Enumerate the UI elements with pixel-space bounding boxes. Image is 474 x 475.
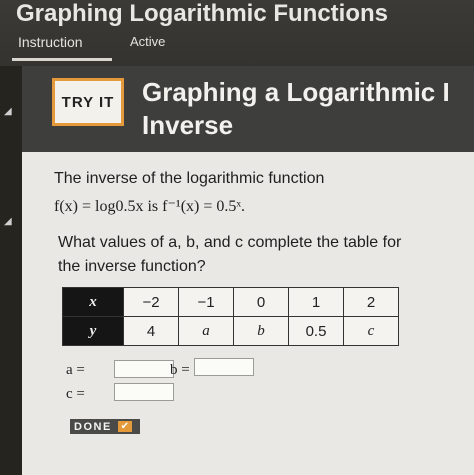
tab-active[interactable]: Active xyxy=(130,34,165,49)
try-it-badge: TRY IT xyxy=(52,78,124,126)
answer-b-input[interactable] xyxy=(194,358,254,376)
lesson-banner: TRY IT Graphing a Logarithmic I Inverse xyxy=(22,66,474,152)
app-header: Graphing Logarithmic Functions Instructi… xyxy=(0,0,474,66)
table-cell: c xyxy=(343,316,399,346)
done-button-label: DONE xyxy=(74,420,112,433)
problem-formula: f(x) = log0.5x is f⁻¹(x) = 0.5ˣ. xyxy=(54,198,245,215)
banner-title: Graphing a Logarithmic I Inverse xyxy=(142,76,474,142)
answer-a-label: a = xyxy=(66,362,85,378)
table-header-x: x xyxy=(62,287,124,317)
table-cell: 2 xyxy=(343,287,399,317)
table-header-y: y xyxy=(62,316,124,346)
table-cell: a xyxy=(178,316,234,346)
tab-instruction[interactable]: Instruction xyxy=(18,34,83,50)
tab-underline xyxy=(12,58,112,61)
left-edge-strip: ◢ ◢ xyxy=(0,66,22,475)
problem-panel: The inverse of the logarithmic function … xyxy=(22,152,474,475)
try-it-label: TRY IT xyxy=(61,93,115,111)
answer-c-input[interactable] xyxy=(114,383,174,401)
table-cell: 0 xyxy=(233,287,289,317)
table-cell: −2 xyxy=(123,287,179,317)
values-table: x −2 −1 0 1 2 y 4 a b 0.5 c xyxy=(62,287,399,346)
table-cell: b xyxy=(233,316,289,346)
answer-c-label: c = xyxy=(66,386,85,402)
edge-arrow-icon: ◢ xyxy=(4,106,12,117)
table-cell: 4 xyxy=(123,316,179,346)
edge-arrow-icon: ◢ xyxy=(4,216,12,227)
answer-a-input[interactable] xyxy=(114,360,174,378)
done-button[interactable]: DONE ✔ xyxy=(70,419,140,434)
answer-b-label: b = xyxy=(170,362,190,378)
table-cell: −1 xyxy=(178,287,234,317)
question-line2: the inverse function? xyxy=(58,258,206,275)
table-cell: 0.5 xyxy=(288,316,344,346)
banner-title-line2: Inverse xyxy=(142,110,234,140)
table-row-x: x −2 −1 0 1 2 xyxy=(62,287,399,317)
table-cell: 1 xyxy=(288,287,344,317)
banner-title-line1: Graphing a Logarithmic I xyxy=(142,77,450,107)
check-icon: ✔ xyxy=(117,421,132,432)
table-row-y: y 4 a b 0.5 c xyxy=(62,316,399,346)
app-title: Graphing Logarithmic Functions xyxy=(16,0,388,27)
question-line1: What values of a, b, and c complete the … xyxy=(58,234,402,251)
problem-intro: The inverse of the logarithmic function xyxy=(54,170,325,187)
